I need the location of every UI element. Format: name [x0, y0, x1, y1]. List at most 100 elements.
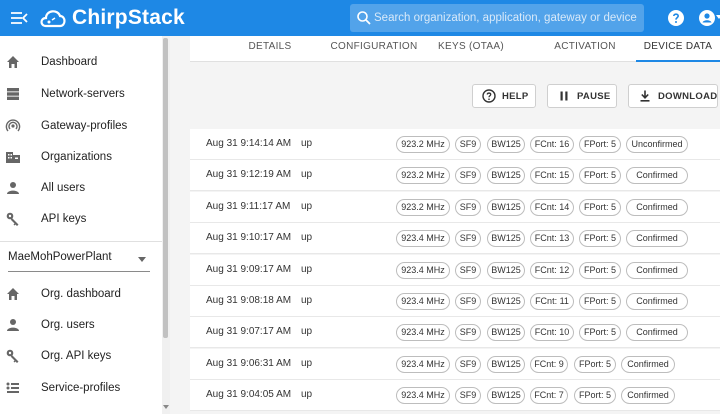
sidebar-item-org-users[interactable]: Org. users: [0, 311, 162, 341]
sidebar-item-label: Service-profiles: [41, 382, 121, 394]
pause-icon: [560, 91, 568, 101]
frame-direction: up: [301, 169, 313, 181]
sidebar: Dashboard Network-servers Gateway-profil…: [0, 36, 162, 414]
help-button[interactable]: HELP: [472, 84, 536, 108]
tab-device-data[interactable]: DEVICE DATA: [636, 36, 720, 62]
bandwidth-chip: BW125: [487, 261, 525, 279]
home-icon: [7, 288, 19, 300]
bandwidth-chip: BW125: [487, 387, 525, 405]
frame-direction: up: [301, 138, 313, 149]
frequency-chip: 923.4 MHz: [396, 293, 450, 310]
sidebar-item-org-dashboard[interactable]: Org. dashboard: [0, 280, 162, 310]
fport-chip: FPort: 5: [579, 136, 621, 153]
chevron-down-icon: [138, 257, 146, 262]
app-bar: ChirpStack: [0, 0, 720, 36]
fport-chip: FPort: 5: [579, 261, 621, 279]
frame-timestamp: Aug 31 9:06:31 AM: [206, 357, 292, 369]
frequency-chip: 923.4 MHz: [396, 355, 450, 373]
frequency-chip: 923.2 MHz: [396, 167, 450, 185]
global-search[interactable]: [350, 4, 644, 32]
frame-timestamp: Aug 31 9:08:18 AM: [206, 295, 292, 306]
sidebar-item-network-servers[interactable]: Network-servers: [0, 80, 162, 110]
tab-activation[interactable]: ACTIVATION: [530, 36, 640, 62]
sidebar-item-label: Org. API keys: [41, 350, 112, 362]
frame-row[interactable]: Aug 31 9:06:31 AM up 923.4 MHz SF9 BW125 FCnt…: [190, 348, 720, 380]
organization-select[interactable]: MaeMohPowerPlant: [8, 248, 150, 272]
scrollbar-thumb[interactable]: [163, 38, 168, 338]
frame-row[interactable]: Aug 31 9:14:14 AM up 923.2 MHz SF9 BW125 FCnt…: [190, 129, 720, 160]
fport-chip: FPort: 5: [579, 324, 621, 342]
search-input[interactable]: [374, 4, 640, 32]
spreading-factor-chip: SF9: [455, 261, 481, 279]
fcnt-chip: FCnt: 11: [530, 293, 574, 310]
account-caret-icon[interactable]: [716, 14, 720, 20]
confirmation-chip: Confirmed: [626, 293, 688, 310]
spreading-factor-chip: SF9: [455, 167, 481, 185]
sidebar-item-label: Network-servers: [41, 88, 125, 100]
frame-row[interactable]: Aug 31 9:08:18 AM up 923.4 MHz SF9 BW125 FCnt…: [190, 286, 720, 317]
spreading-factor-chip: SF9: [455, 293, 481, 310]
sidebar-item-gateway-profiles[interactable]: Gateway-profiles: [0, 112, 162, 142]
sidebar-scrollbar[interactable]: [162, 36, 170, 414]
help-button-label: HELP: [502, 91, 529, 102]
tab-configuration[interactable]: CONFIGURATION: [324, 36, 424, 62]
fcnt-chip: FCnt: 14: [530, 198, 574, 216]
building-icon: [6, 152, 20, 163]
account-icon[interactable]: [698, 9, 716, 27]
sidebar-item-api-keys[interactable]: API keys: [0, 205, 162, 235]
key-icon: [6, 349, 19, 363]
frequency-chip: 923.4 MHz: [396, 230, 450, 248]
sidebar-item-label: Organizations: [41, 151, 112, 163]
spreading-factor-chip: SF9: [455, 198, 481, 216]
scroll-down-arrow-icon[interactable]: [163, 405, 169, 409]
frame-timestamp: Aug 31 9:10:17 AM: [206, 232, 292, 244]
frequency-chip: 923.2 MHz: [396, 198, 450, 216]
fport-chip: FPort: 5: [579, 167, 621, 185]
frame-row[interactable]: Aug 31 9:09:17 AM up 923.4 MHz SF9 BW125 FCnt…: [190, 254, 720, 286]
download-button[interactable]: DOWNLOAD: [628, 84, 718, 108]
frame-timestamp: Aug 31 9:07:17 AM: [206, 326, 292, 338]
spreading-factor-chip: SF9: [455, 387, 481, 405]
fport-chip: FPort: 5: [579, 293, 621, 310]
help-icon[interactable]: [667, 9, 685, 27]
sidebar-item-all-users[interactable]: All users: [0, 174, 162, 204]
sidebar-item-organizations[interactable]: Organizations: [0, 143, 162, 173]
sidebar-item-dashboard[interactable]: Dashboard: [0, 48, 162, 78]
frame-row[interactable]: Aug 31 9:11:17 AM up 923.2 MHz SF9 BW125 FCnt…: [190, 191, 720, 223]
sidebar-item-service-profiles[interactable]: Service-profiles: [0, 374, 162, 404]
frame-row[interactable]: Aug 31 9:10:17 AM up 923.4 MHz SF9 BW125 FCnt…: [190, 223, 720, 255]
frequency-chip: 923.2 MHz: [396, 136, 450, 153]
menu-collapse-icon[interactable]: [8, 8, 28, 28]
frame-row[interactable]: Aug 31 9:04:05 AM up 923.4 MHz SF9 BW125 FCnt…: [190, 380, 720, 412]
bandwidth-chip: BW125: [487, 355, 525, 373]
search-icon: [357, 11, 371, 25]
tab-keys-otaa[interactable]: KEYS (OTAA): [426, 36, 516, 62]
sidebar-divider: [0, 241, 162, 242]
frequency-chip: 923.4 MHz: [396, 324, 450, 342]
sidebar-item-label: Gateway-profiles: [41, 120, 128, 132]
confirmation-chip: Confirmed: [626, 261, 688, 279]
frame-direction: up: [301, 200, 313, 212]
frame-row[interactable]: Aug 31 9:12:19 AM up 923.2 MHz SF9 BW125 FCnt…: [190, 160, 720, 192]
frequency-chip: 923.4 MHz: [396, 261, 450, 279]
frame-direction: up: [301, 232, 313, 244]
device-tabs: DETAILS CONFIGURATION KEYS (OTAA) ACTIVA…: [190, 36, 720, 62]
frame-row[interactable]: Aug 31 9:07:17 AM up 923.4 MHz SF9 BW125 FCnt…: [190, 317, 720, 349]
fport-chip: FPort: 5: [579, 230, 621, 248]
pause-button[interactable]: PAUSE: [547, 84, 617, 108]
frame-timestamp: Aug 31 9:11:17 AM: [206, 200, 291, 212]
sidebar-item-label: API keys: [41, 213, 87, 225]
app-brand[interactable]: ChirpStack: [72, 6, 185, 30]
fcnt-chip: FCnt: 9: [530, 355, 568, 373]
bandwidth-chip: BW125: [487, 136, 525, 153]
spreading-factor-chip: SF9: [455, 230, 481, 248]
bandwidth-chip: BW125: [487, 230, 525, 248]
bandwidth-chip: BW125: [487, 293, 525, 310]
fport-chip: FPort: 5: [574, 355, 616, 373]
home-icon: [7, 56, 19, 68]
sidebar-item-org-api-keys[interactable]: Org. API keys: [0, 342, 162, 372]
bandwidth-chip: BW125: [487, 167, 525, 185]
spreading-factor-chip: SF9: [455, 324, 481, 342]
user-icon: [7, 182, 19, 194]
chirpstack-logo-icon: [40, 10, 66, 28]
